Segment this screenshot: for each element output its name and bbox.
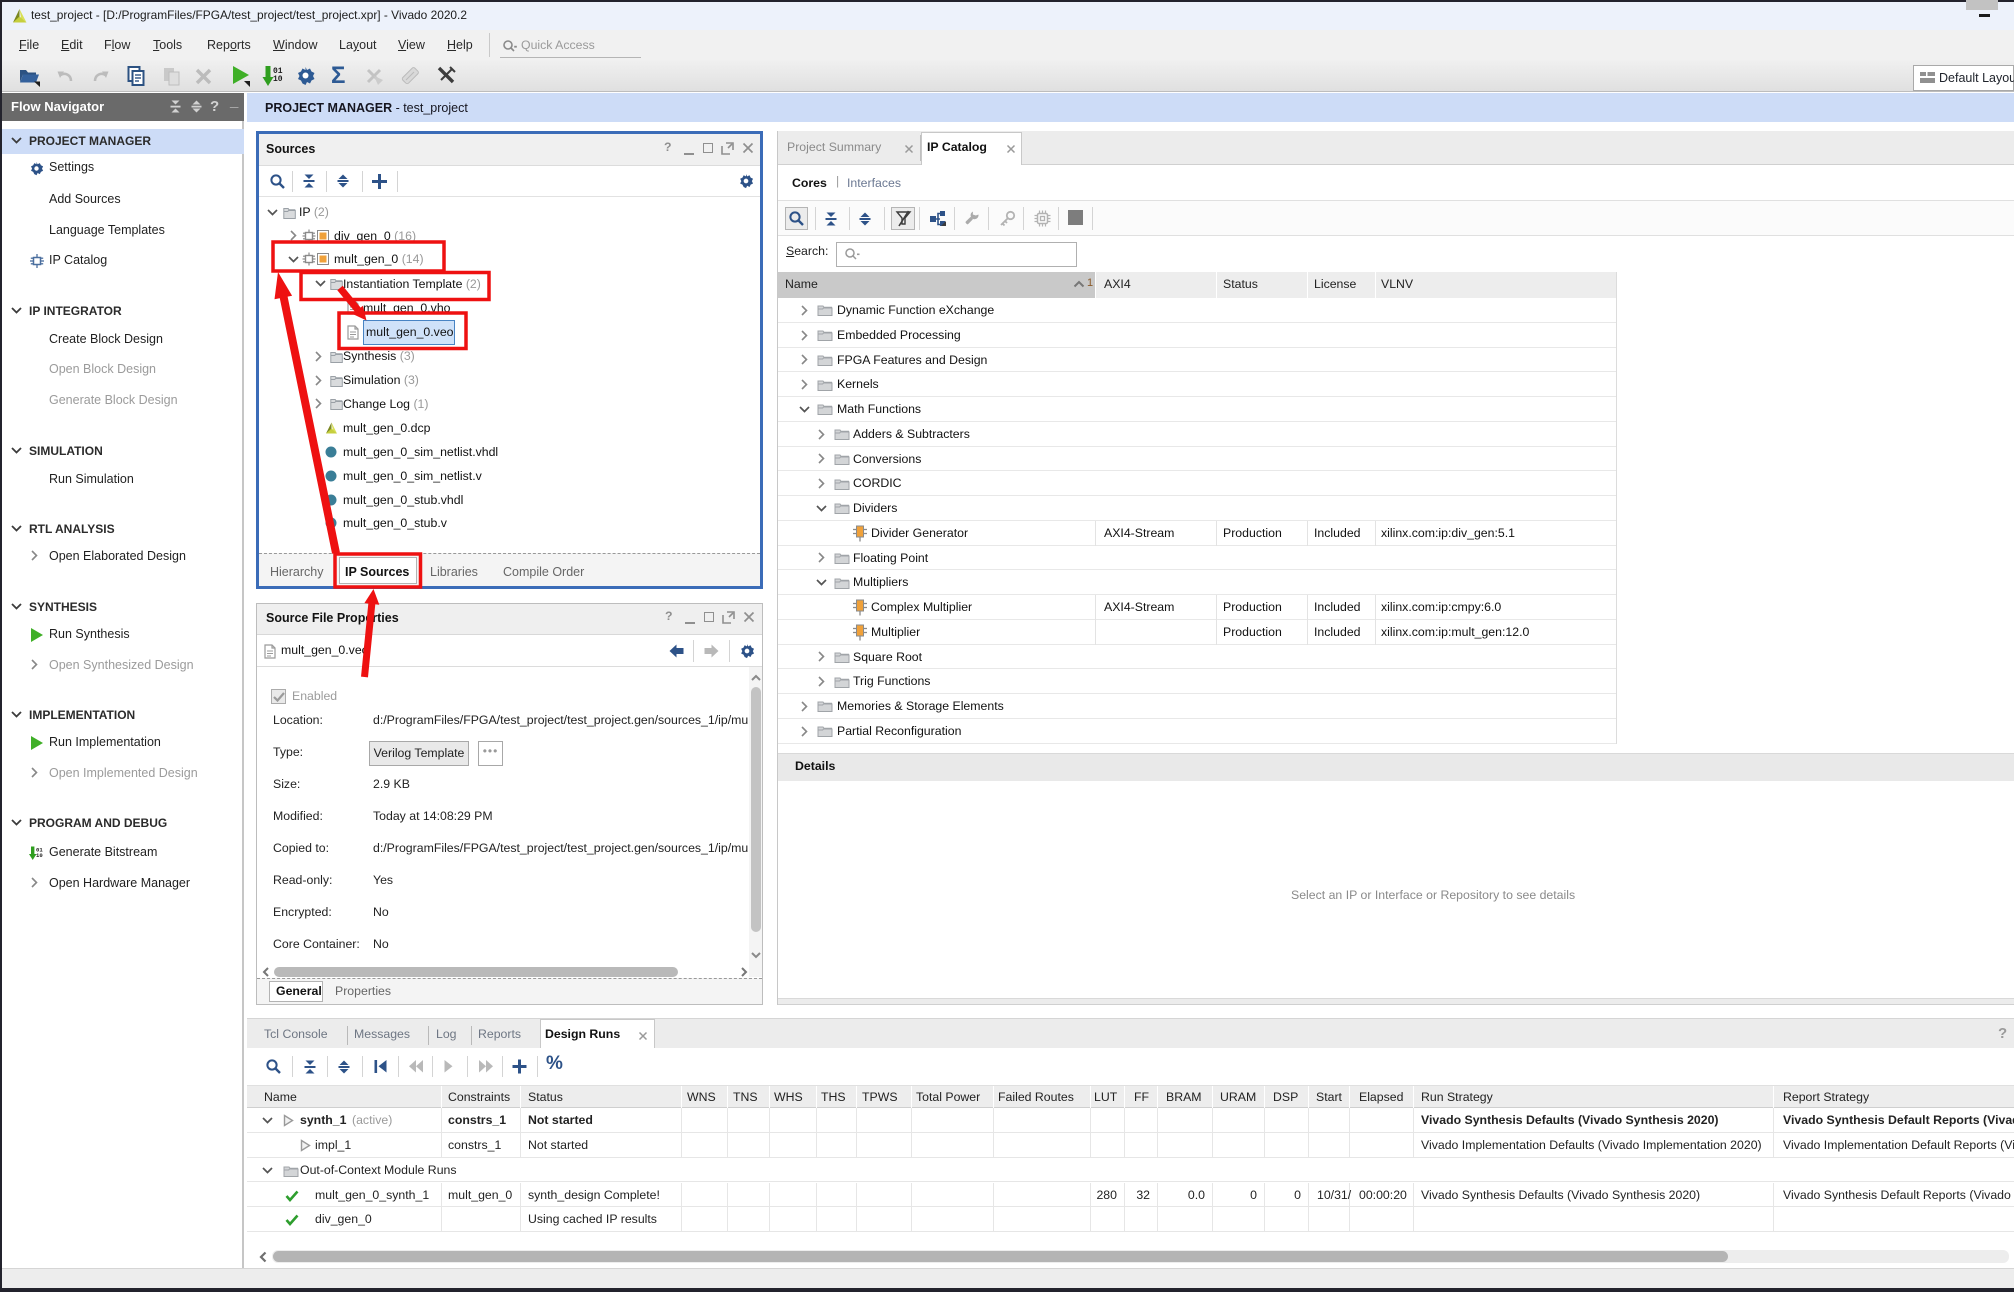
svg-text:10: 10 (36, 852, 43, 859)
svg-text:10: 10 (273, 75, 283, 84)
